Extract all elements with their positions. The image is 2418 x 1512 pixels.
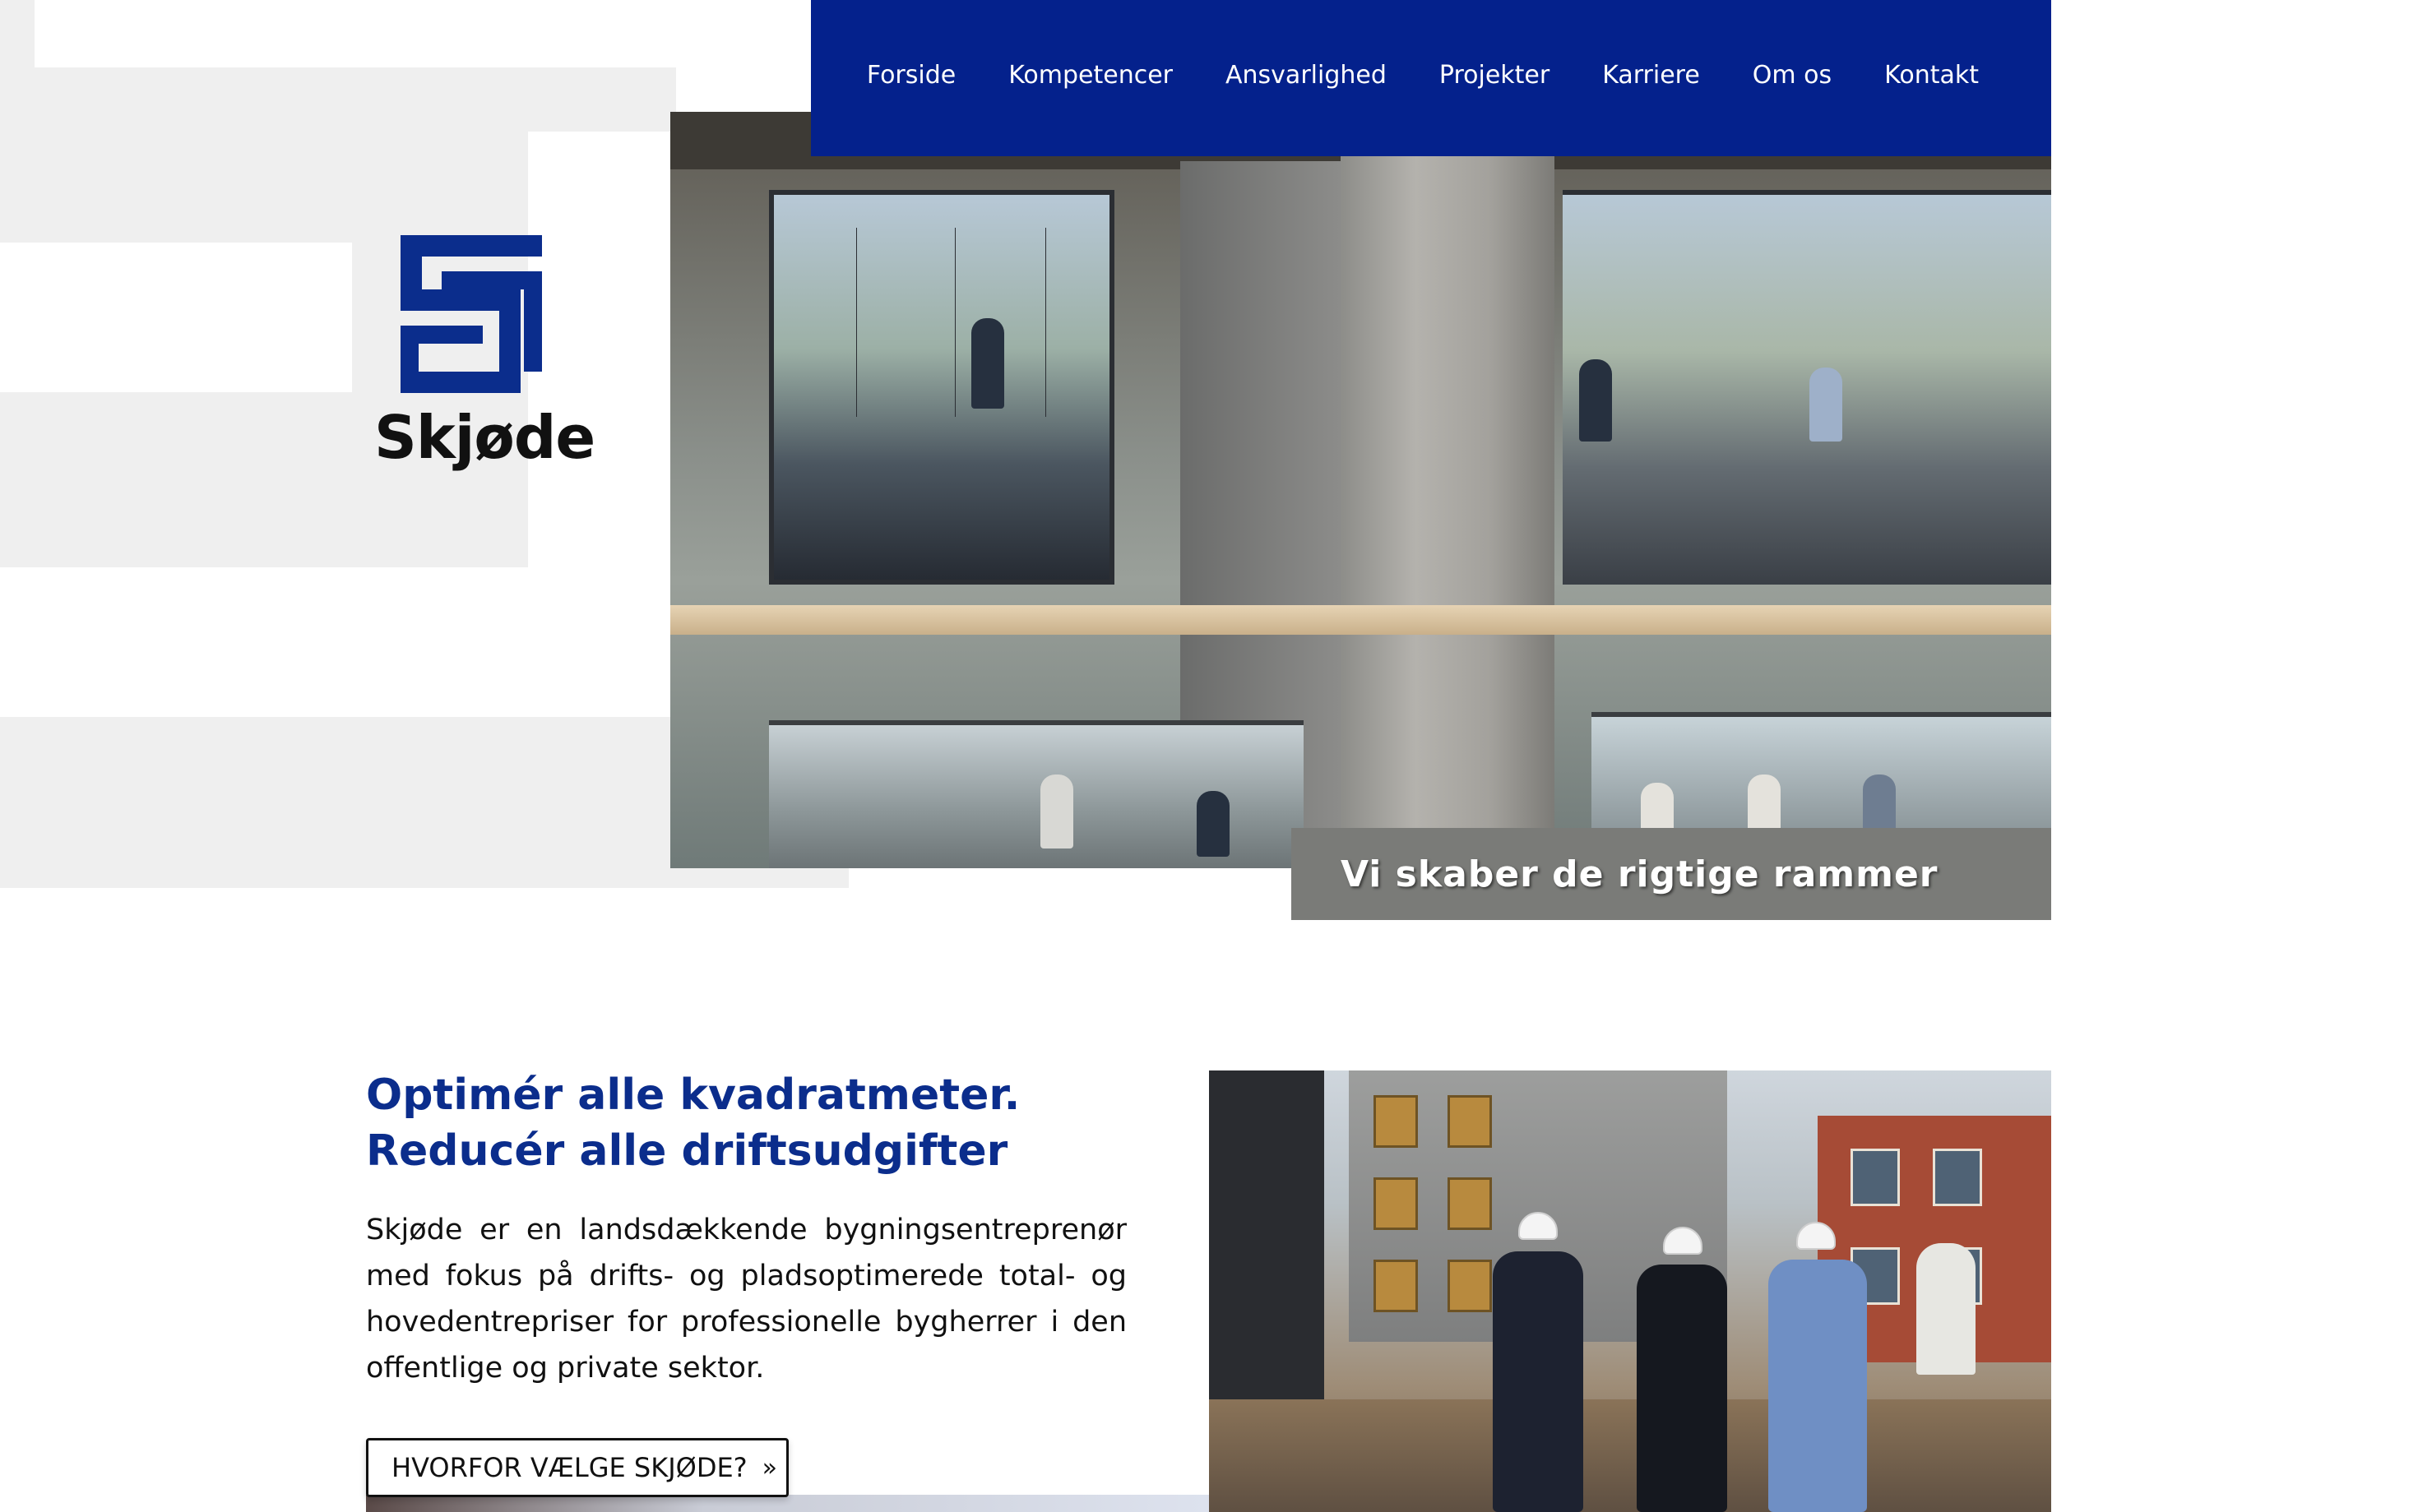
hero-image bbox=[670, 112, 2051, 868]
double-chevron-right-icon: » bbox=[762, 1453, 778, 1482]
main-navigation: Forside Kompetencer Ansvarlighed Projekt… bbox=[811, 0, 2051, 156]
hero-person bbox=[1040, 774, 1073, 848]
hero-office-left bbox=[769, 190, 1114, 585]
next-section-image-edge bbox=[366, 1495, 1209, 1512]
hero-lower-room-left bbox=[769, 720, 1304, 868]
nav-item-forside[interactable]: Forside bbox=[841, 61, 982, 90]
why-choose-button[interactable]: HVORFOR VÆLGE SKJØDE? » bbox=[366, 1438, 789, 1497]
site-window bbox=[1448, 1095, 1492, 1148]
nav-item-kontakt[interactable]: Kontakt bbox=[1858, 61, 1979, 90]
nav-item-kompetencer[interactable]: Kompetencer bbox=[982, 61, 1199, 90]
decor-white-top bbox=[35, 0, 676, 67]
nav-item-ansvarlighed[interactable]: Ansvarlighed bbox=[1199, 61, 1413, 90]
site-logo[interactable]: Skjøde bbox=[374, 235, 595, 482]
site-window bbox=[1851, 1149, 1900, 1206]
hero-person bbox=[1579, 359, 1612, 442]
site-window bbox=[1373, 1260, 1418, 1312]
intro-headline-line1: Optimér alle kvadratmeter. bbox=[366, 1070, 1021, 1120]
site-ground bbox=[1209, 1399, 2051, 1512]
hero-office-right bbox=[1563, 190, 2051, 585]
hero-person bbox=[1197, 791, 1230, 857]
why-choose-button-label: HVORFOR VÆLGE SKJØDE? bbox=[391, 1452, 748, 1483]
intro-body: Skjøde er en landsdækkende bygningsentre… bbox=[366, 1214, 1127, 1385]
site-window bbox=[1373, 1177, 1418, 1230]
hero-concrete-pillar bbox=[1341, 112, 1554, 868]
logo-wordmark: Skjøde bbox=[374, 403, 595, 472]
hero-handrail bbox=[670, 605, 2051, 635]
site-window bbox=[1373, 1095, 1418, 1148]
site-silo bbox=[1916, 1243, 1976, 1375]
nav-list: Forside Kompetencer Ansvarlighed Projekt… bbox=[811, 61, 2051, 90]
site-worker bbox=[1637, 1265, 1727, 1512]
nav-item-karriere[interactable]: Karriere bbox=[1576, 61, 1726, 90]
nav-item-projekter[interactable]: Projekter bbox=[1413, 61, 1576, 90]
hero-window-mullion bbox=[955, 228, 956, 417]
hero-person bbox=[971, 318, 1004, 409]
hero-window-mullion bbox=[1045, 228, 1046, 417]
decor-white-mid bbox=[0, 243, 352, 392]
skjode-logo-icon bbox=[401, 235, 542, 393]
site-window bbox=[1933, 1149, 1982, 1206]
intro-headline-line2: Reducér alle driftsudgifter bbox=[366, 1126, 1008, 1176]
site-window bbox=[1448, 1177, 1492, 1230]
construction-site-image bbox=[1209, 1070, 2051, 1512]
hero-caption: Vi skaber de rigtige rammer bbox=[1291, 828, 2051, 920]
hero-caption-text: Vi skaber de rigtige rammer bbox=[1341, 853, 1939, 895]
intro-headline: Optimér alle kvadratmeter. Reducér alle … bbox=[366, 1067, 1172, 1179]
site-worker bbox=[1493, 1251, 1583, 1512]
site-window bbox=[1448, 1260, 1492, 1312]
hero-person bbox=[1809, 368, 1842, 442]
site-worker bbox=[1768, 1260, 1867, 1512]
hero-window-mullion bbox=[856, 228, 857, 417]
nav-item-om-os[interactable]: Om os bbox=[1726, 61, 1858, 90]
